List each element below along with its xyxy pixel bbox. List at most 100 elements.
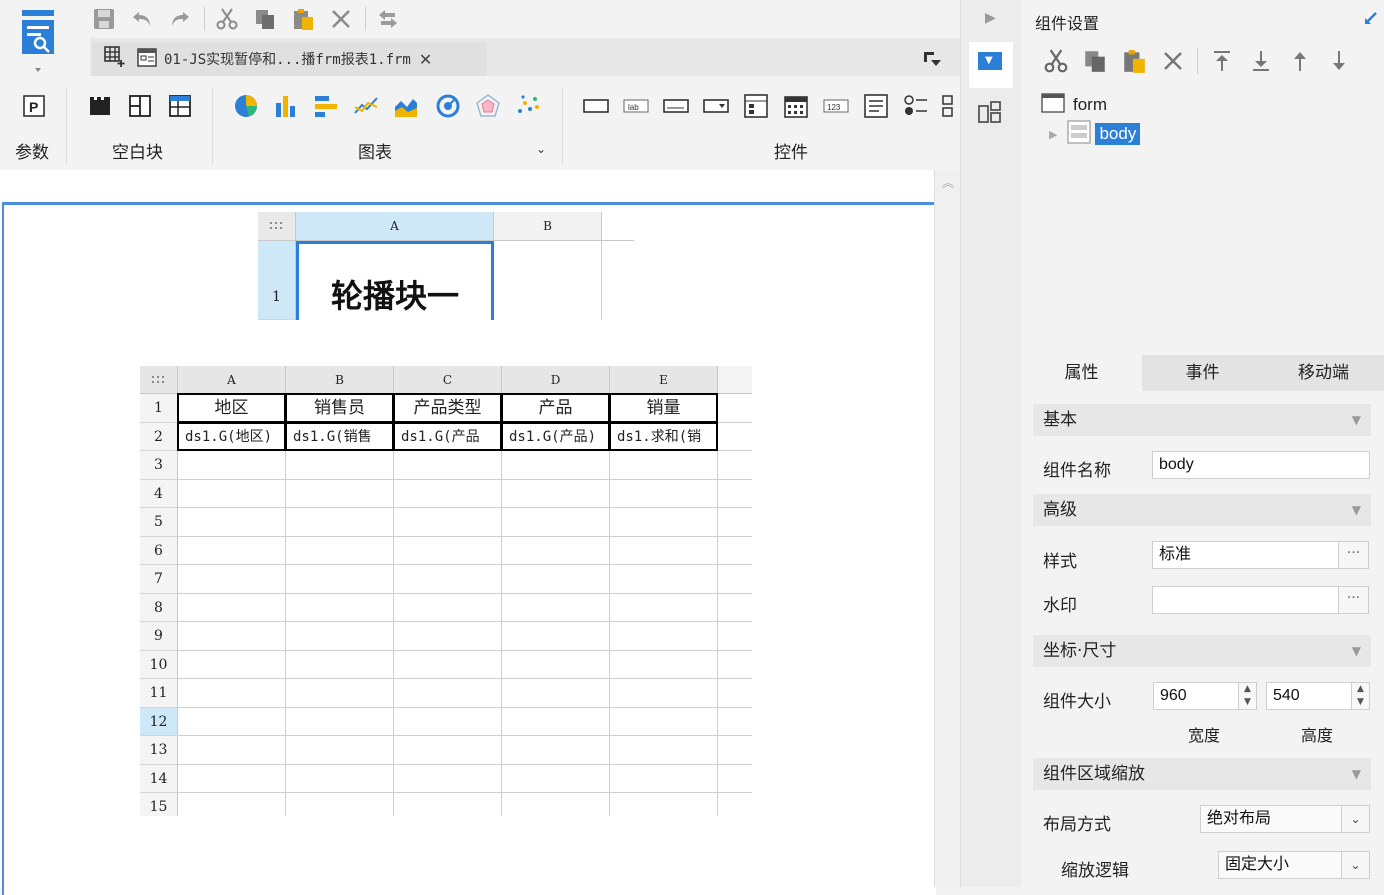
grid-cell[interactable]	[610, 736, 718, 765]
line-chart-icon[interactable]	[352, 92, 380, 120]
move-to-top-icon[interactable]	[1207, 46, 1237, 76]
grid-cell[interactable]	[502, 650, 610, 679]
grid-cell[interactable]	[178, 764, 286, 793]
layout-mode-chevron-icon[interactable]: ⌄	[1342, 805, 1370, 833]
grid-cell[interactable]	[502, 679, 610, 708]
layout-grid-icon[interactable]	[977, 100, 1003, 130]
height-input[interactable]: 540	[1266, 682, 1352, 710]
radio-group-widget-icon[interactable]	[902, 92, 930, 120]
tree-node-form[interactable]: form	[1041, 92, 1107, 118]
grid-cell[interactable]	[718, 593, 752, 622]
row-header-2[interactable]: 2	[140, 422, 178, 451]
expand-right-icon[interactable]: ▶	[985, 10, 996, 26]
grid-cell[interactable]	[718, 622, 752, 651]
grid-cell[interactable]	[394, 593, 502, 622]
cell-b1[interactable]	[494, 241, 602, 320]
grid-cell[interactable]	[502, 479, 610, 508]
tree-node-body[interactable]: ▶ body	[1049, 120, 1141, 148]
grid-cell[interactable]	[394, 479, 502, 508]
chart-more-chevron-icon[interactable]: ⌄	[536, 142, 546, 156]
grid-cell[interactable]	[610, 479, 718, 508]
radar-chart-icon[interactable]	[474, 92, 502, 120]
area-chart-icon[interactable]	[392, 92, 420, 120]
formula-cell[interactable]: ds1.G(销售	[285, 421, 394, 451]
grid-cell[interactable]	[394, 650, 502, 679]
grid-cell[interactable]	[178, 793, 286, 816]
paste-icon[interactable]	[1119, 46, 1149, 76]
grid-cell[interactable]	[178, 479, 286, 508]
grid-cell[interactable]	[178, 679, 286, 708]
row-header-9[interactable]: 9	[140, 622, 178, 651]
parameter-icon[interactable]: P	[20, 92, 48, 120]
header-cell[interactable]: 产品类型	[393, 393, 502, 423]
header-cell[interactable]: 销售员	[285, 393, 394, 423]
grid-cell[interactable]	[178, 508, 286, 537]
grid-cell[interactable]	[610, 565, 718, 594]
grid-cell[interactable]	[286, 793, 394, 816]
row-header-4[interactable]: 4	[140, 479, 178, 508]
carousel-report-block[interactable]: A B 1 轮播块一	[258, 212, 634, 320]
pin-panel-icon[interactable]	[1363, 10, 1379, 30]
column-header-extra[interactable]	[718, 366, 752, 394]
move-down-icon[interactable]	[1324, 46, 1354, 76]
cut-icon[interactable]	[213, 5, 241, 33]
grid-cell[interactable]	[178, 593, 286, 622]
grid-cell[interactable]	[610, 707, 718, 736]
style-ellipsis-button[interactable]: ···	[1339, 541, 1369, 569]
grid-cell[interactable]	[178, 650, 286, 679]
column-header-b[interactable]: B	[494, 212, 602, 241]
grid-cell[interactable]	[718, 451, 752, 480]
grid-cell[interactable]	[286, 565, 394, 594]
grid-cell[interactable]	[178, 451, 286, 480]
grid-cell[interactable]	[502, 451, 610, 480]
move-to-bottom-icon[interactable]	[1246, 46, 1276, 76]
paste-icon[interactable]	[289, 5, 317, 33]
grid-cell[interactable]	[286, 764, 394, 793]
grid-cell[interactable]	[610, 622, 718, 651]
tab-properties[interactable]: 属性	[1021, 355, 1142, 391]
grid-cell[interactable]	[178, 736, 286, 765]
section-advanced[interactable]: 高级 ▼	[1033, 494, 1371, 526]
scatter-chart-icon[interactable]	[514, 92, 542, 120]
column-header-a[interactable]: A	[178, 366, 286, 394]
section-area-zoom[interactable]: 组件区域缩放 ▼	[1033, 758, 1371, 790]
column-header-b[interactable]: B	[286, 366, 394, 394]
grid-cell[interactable]	[610, 650, 718, 679]
undo-icon[interactable]	[128, 5, 156, 33]
row-header-7[interactable]: 7	[140, 565, 178, 594]
grid-cell[interactable]	[502, 508, 610, 537]
tab-events[interactable]: 事件	[1142, 355, 1263, 391]
grid-cell[interactable]	[718, 508, 752, 537]
grid-cell[interactable]	[178, 622, 286, 651]
column-header-e[interactable]: E	[610, 366, 718, 394]
row-header-12[interactable]: 12	[140, 707, 178, 736]
component-name-input[interactable]: body	[1152, 451, 1370, 479]
grid-cell[interactable]	[610, 679, 718, 708]
row-header-1[interactable]: 1	[258, 241, 296, 320]
formula-cell[interactable]: ds1.求和(销	[609, 421, 718, 451]
text-widget-icon[interactable]	[662, 92, 690, 120]
swap-icon[interactable]	[374, 5, 402, 33]
watermark-ellipsis-button[interactable]: ···	[1339, 586, 1369, 614]
label-widget-icon[interactable]: lab	[622, 92, 650, 120]
grid-cell[interactable]	[286, 622, 394, 651]
header-cell[interactable]: 产品	[501, 393, 610, 423]
grid-cell[interactable]	[718, 707, 752, 736]
grid-cell[interactable]	[718, 736, 752, 765]
grid-cell[interactable]	[286, 707, 394, 736]
delete-icon[interactable]	[1158, 46, 1188, 76]
file-tab[interactable]: 01-JS实现暂停和...播frm报表1.frm ✕	[92, 42, 487, 76]
grid-cell[interactable]	[610, 793, 718, 816]
grid-cell[interactable]	[502, 593, 610, 622]
tab-mobile[interactable]: 移动端	[1263, 355, 1384, 391]
form-body-frame[interactable]: A B 1 轮播块一 ABCDE 1 2 3 4 5 6 7 8 9 10 11 12 13 14 15 地…	[2, 202, 936, 895]
date-widget-icon[interactable]	[782, 92, 810, 120]
grid-cell[interactable]	[718, 479, 752, 508]
checkbox-widget-icon[interactable]	[938, 92, 958, 120]
dropdown-widget-icon[interactable]	[702, 92, 730, 120]
sheet-corner[interactable]	[140, 366, 178, 394]
row-header-5[interactable]: 5	[140, 508, 178, 537]
button-widget-icon[interactable]	[582, 92, 610, 120]
grid-cell[interactable]	[610, 593, 718, 622]
gauge-chart-icon[interactable]	[434, 92, 462, 120]
